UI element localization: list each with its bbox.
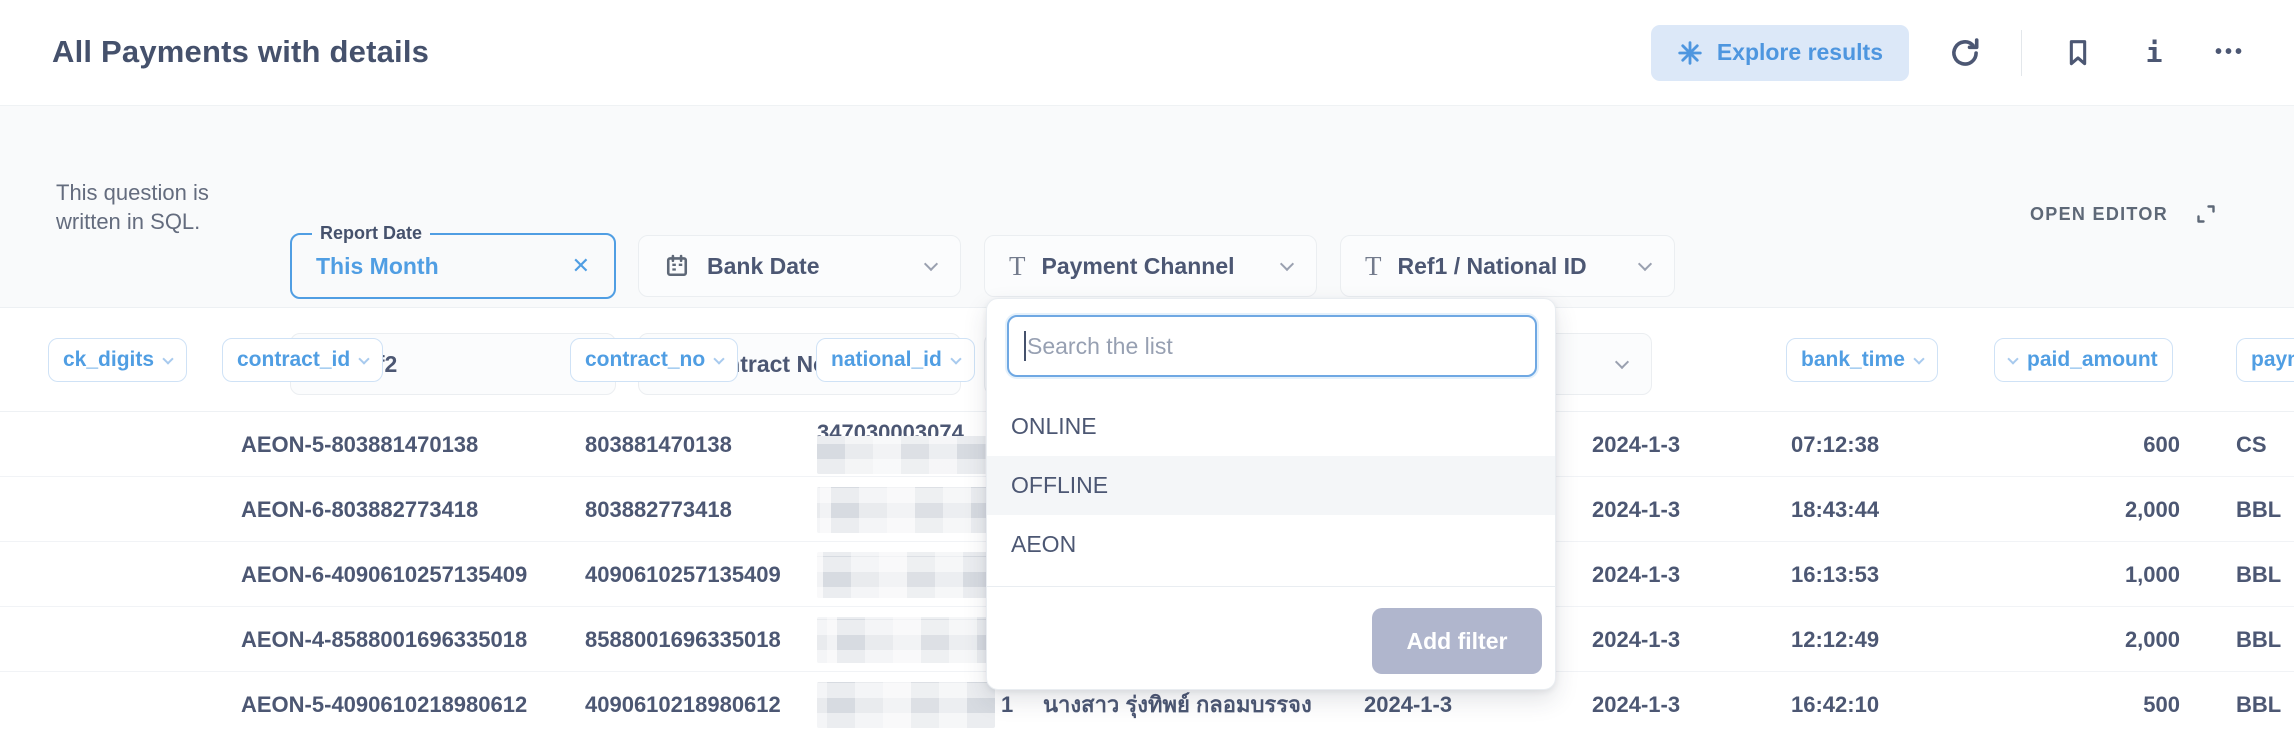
toolbar-divider (2021, 30, 2022, 76)
cell-payment-bank: BBL (2190, 562, 2294, 588)
remove-filter-icon[interactable] (572, 253, 590, 279)
sql-note: This question is written in SQL. (56, 178, 246, 236)
refresh-button[interactable] (1945, 33, 1985, 73)
page-title: All Payments with details (52, 34, 429, 70)
column-header-contract-id[interactable]: contract_id (222, 338, 383, 382)
text-cursor (1024, 331, 1026, 361)
search-input[interactable] (1007, 315, 1537, 377)
cell-bank-time: 18:43:44 (1778, 497, 1983, 523)
chevron-down-icon (1638, 256, 1652, 270)
cell-bank-date: 2024-1-3 (1578, 627, 1778, 653)
text-filter-icon (1009, 253, 1026, 280)
cell-bank-date: 2024-1-3 (1578, 432, 1778, 458)
cell-bank-time: 12:12:49 (1778, 627, 1983, 653)
dropdown-option-online[interactable]: ONLINE (987, 397, 1555, 456)
bookmark-icon (2062, 36, 2094, 70)
app-window: All Payments with details Explore result… (0, 0, 2294, 736)
cell-contract-id: AEON-6-4090610257135409 (222, 562, 565, 588)
filter-band: This question is written in SQL. OPEN ED… (0, 105, 2294, 308)
chevron-down-icon (359, 353, 370, 364)
filter-pill-bank-date[interactable]: Bank Date (638, 235, 961, 297)
national-id-tail: 1 (1001, 692, 1013, 718)
filter-pill-label: Payment Channel (1042, 253, 1267, 280)
dropdown-option-list: ONLINE OFFLINE AEON (987, 397, 1555, 574)
cell-contract-id: AEON-5-4090610218980612 (222, 692, 565, 718)
chevron-down-icon (924, 256, 938, 270)
dropdown-footer-divider (987, 586, 1555, 587)
column-header-national-id[interactable]: national_id (816, 338, 975, 382)
cell-contract-id: AEON-4-8588001696335018 (222, 627, 565, 653)
top-header-bar: All Payments with details Explore result… (0, 0, 2294, 105)
chevron-down-icon (714, 353, 725, 364)
cell-bank-date: 2024-1-3 (1578, 692, 1778, 718)
cell-paid-amount: 500 (1983, 692, 2190, 718)
sparkle-icon (1677, 40, 1703, 66)
text-filter-icon (1365, 253, 1382, 280)
cell-payment-bank: BBL (2190, 627, 2294, 653)
cell-payment-bank: CS (2190, 432, 2294, 458)
cell-contract-no: 803881470138 (565, 432, 800, 458)
filter-pill-label: Bank Date (707, 253, 910, 280)
explore-results-label: Explore results (1717, 39, 1883, 66)
cell-bank-date: 2024-1-3 (1578, 562, 1778, 588)
explore-results-button[interactable]: Explore results (1651, 25, 1909, 81)
column-header-contract-no[interactable]: contract_no (570, 338, 738, 382)
cell-payer-name: นางสาว รุ่งทิพย์ กลอมบรรจง (1030, 687, 1350, 722)
cell-bank-time: 16:13:53 (1778, 562, 1983, 588)
dropdown-option-aeon[interactable]: AEON (987, 515, 1555, 574)
info-button[interactable]: i (2134, 33, 2174, 73)
column-header-payment[interactable]: paym (2236, 338, 2294, 382)
open-editor-button[interactable]: OPEN EDITOR (2030, 202, 2218, 226)
cell-report-date: 2024-1-3 (1350, 692, 1578, 718)
column-header-bank-time[interactable]: bank_time (1786, 338, 1938, 382)
redaction-pixelation-block (817, 682, 995, 728)
column-header-paid-amount[interactable]: paid_amount (1994, 338, 2173, 382)
calendar-icon (663, 252, 691, 280)
chevron-down-icon (1913, 353, 1924, 364)
column-header-ck-digits[interactable]: ck_digits (48, 338, 187, 382)
cell-paid-amount: 1,000 (1983, 562, 2190, 588)
cell-paid-amount: 600 (1983, 432, 2190, 458)
filter-chip-value: This Month (316, 253, 572, 280)
bookmark-button[interactable] (2058, 33, 2098, 73)
filter-pill-payment-channel[interactable]: Payment Channel (984, 235, 1317, 297)
refresh-icon (1947, 35, 1983, 71)
open-editor-label: OPEN EDITOR (2030, 204, 2168, 225)
invoice-type-dropdown: ONLINE OFFLINE AEON Add filter (986, 298, 1556, 690)
add-filter-button[interactable]: Add filter (1372, 608, 1542, 674)
chevron-down-icon (950, 353, 961, 364)
cell-bank-date: 2024-1-3 (1578, 497, 1778, 523)
dropdown-option-offline[interactable]: OFFLINE (987, 456, 1555, 515)
cell-bank-time: 07:12:38 (1778, 432, 1983, 458)
cell-contract-no: 803882773418 (565, 497, 800, 523)
chevron-down-icon (1280, 256, 1294, 270)
dropdown-search (1007, 315, 1537, 377)
filter-pill-ref1-national-id[interactable]: Ref1 / National ID (1340, 235, 1675, 297)
cell-contract-id: AEON-6-803882773418 (222, 497, 565, 523)
cell-paid-amount: 2,000 (1983, 497, 2190, 523)
cell-bank-time: 16:42:10 (1778, 692, 1983, 718)
chevron-down-icon (2007, 353, 2018, 364)
cell-contract-no: 4090610257135409 (565, 562, 800, 588)
expand-icon (2194, 202, 2218, 226)
cell-paid-amount: 2,000 (1983, 627, 2190, 653)
cell-payment-bank: BBL (2190, 497, 2294, 523)
cell-payment-bank: BBL (2190, 692, 2294, 718)
filter-chip-label: Report Date (312, 223, 430, 244)
filter-pill-label: Ref1 / National ID (1398, 253, 1625, 280)
chevron-down-icon (162, 353, 173, 364)
top-actions: Explore results i (1651, 0, 2250, 105)
cell-contract-no: 4090610218980612 (565, 692, 800, 718)
filter-chip-report-date[interactable]: Report Date This Month (290, 233, 616, 299)
more-options-button[interactable]: ••• (2210, 33, 2250, 73)
info-icon: i (2146, 36, 2163, 69)
cell-contract-no: 8588001696335018 (565, 627, 800, 653)
cell-contract-id: AEON-5-803881470138 (222, 432, 565, 458)
ellipsis-icon: ••• (2215, 41, 2245, 64)
